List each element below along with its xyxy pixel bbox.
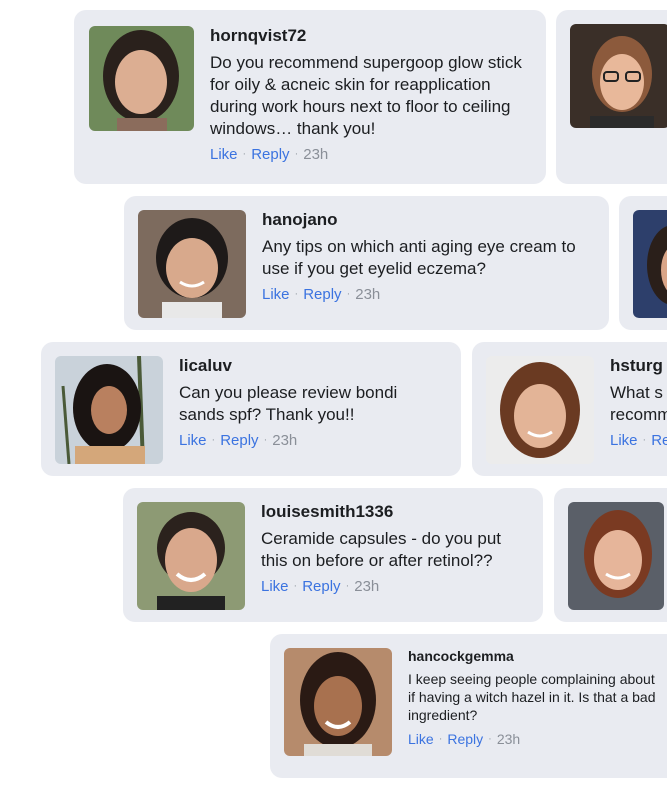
separator-dot: · [211, 434, 216, 447]
comment-text: What s recomm [610, 383, 667, 425]
comment-username[interactable]: hanojano [262, 210, 592, 230]
comment-time: 23h [303, 146, 329, 164]
comment-actions: Like · Reply · 23h [408, 731, 658, 747]
comment-username[interactable]: hsturg [610, 356, 667, 376]
comment-time: 23h [355, 286, 381, 304]
comment-username[interactable]: louisesmith1336 [261, 502, 531, 522]
reply-button[interactable]: Reply [251, 146, 289, 163]
like-button[interactable]: Like [610, 432, 638, 449]
separator-dot: · [642, 434, 647, 447]
separator-dot: · [293, 580, 298, 593]
comment-actions: Like · Reply · 23h [179, 432, 445, 449]
comment-text: I keep seeing people complaining about i… [408, 671, 656, 724]
comment-username[interactable]: hancockgemma [408, 648, 658, 664]
avatar[interactable] [633, 210, 667, 318]
reply-button[interactable]: Reply [302, 578, 340, 595]
comment-card: hornqvist72 Do you recommend supergoop g… [74, 10, 546, 184]
comment-actions: Like · Reply · 23h [210, 146, 530, 163]
comment-actions: Like · Reply · 23h [261, 578, 531, 595]
comment-text: Any tips on which anti aging eye cream t… [262, 237, 576, 279]
comment-card: louisesmith1336 Ceramide capsules - do y… [123, 488, 543, 622]
comment-time: 23h [272, 432, 298, 450]
comment-card-partial [619, 196, 667, 330]
comment-card-partial [556, 10, 667, 184]
comment-text: Can you please review bondi sands spf? T… [179, 383, 398, 425]
avatar[interactable] [568, 502, 664, 610]
comment-card: hancockgemma I keep seeing people compla… [270, 634, 667, 778]
avatar[interactable] [55, 356, 163, 464]
reply-button[interactable]: Reply [651, 432, 667, 449]
separator-dot: · [294, 148, 299, 161]
comment-time: 23h [354, 578, 380, 596]
like-button[interactable]: Like [408, 731, 434, 747]
comment-actions: Like · Reply [610, 432, 667, 449]
comment-username[interactable]: hornqvist72 [210, 26, 530, 46]
comment-card: hsturg What s recomm Like · Reply [472, 342, 667, 476]
separator-dot: · [346, 288, 351, 301]
comment-actions: Like · Reply · 23h [262, 286, 592, 303]
separator-dot: · [488, 732, 492, 745]
separator-dot: · [438, 732, 443, 745]
like-button[interactable]: Like [261, 578, 289, 595]
like-button[interactable]: Like [179, 432, 207, 449]
comment-username[interactable]: licaluv [179, 356, 445, 376]
separator-dot: · [345, 580, 350, 593]
reply-button[interactable]: Reply [303, 286, 341, 303]
avatar[interactable] [486, 356, 594, 464]
avatar[interactable] [138, 210, 246, 318]
avatar[interactable] [137, 502, 245, 610]
like-button[interactable]: Like [262, 286, 290, 303]
reply-button[interactable]: Reply [447, 731, 483, 747]
comment-text: Do you recommend supergoop glow stick fo… [210, 53, 522, 139]
comment-card: licaluv Can you please review bondi sand… [41, 342, 461, 476]
avatar[interactable] [570, 24, 667, 128]
separator-dot: · [294, 288, 299, 301]
like-button[interactable]: Like [210, 146, 238, 163]
avatar[interactable] [284, 648, 392, 756]
avatar[interactable] [89, 26, 194, 131]
separator-dot: · [263, 434, 268, 447]
reply-button[interactable]: Reply [220, 432, 258, 449]
comment-text: Ceramide capsules - do you put this on b… [261, 529, 502, 571]
comment-card: hanojano Any tips on which anti aging ey… [124, 196, 609, 330]
separator-dot: · [242, 148, 247, 161]
comment-card-partial [554, 488, 667, 622]
comment-time: 23h [496, 730, 521, 747]
